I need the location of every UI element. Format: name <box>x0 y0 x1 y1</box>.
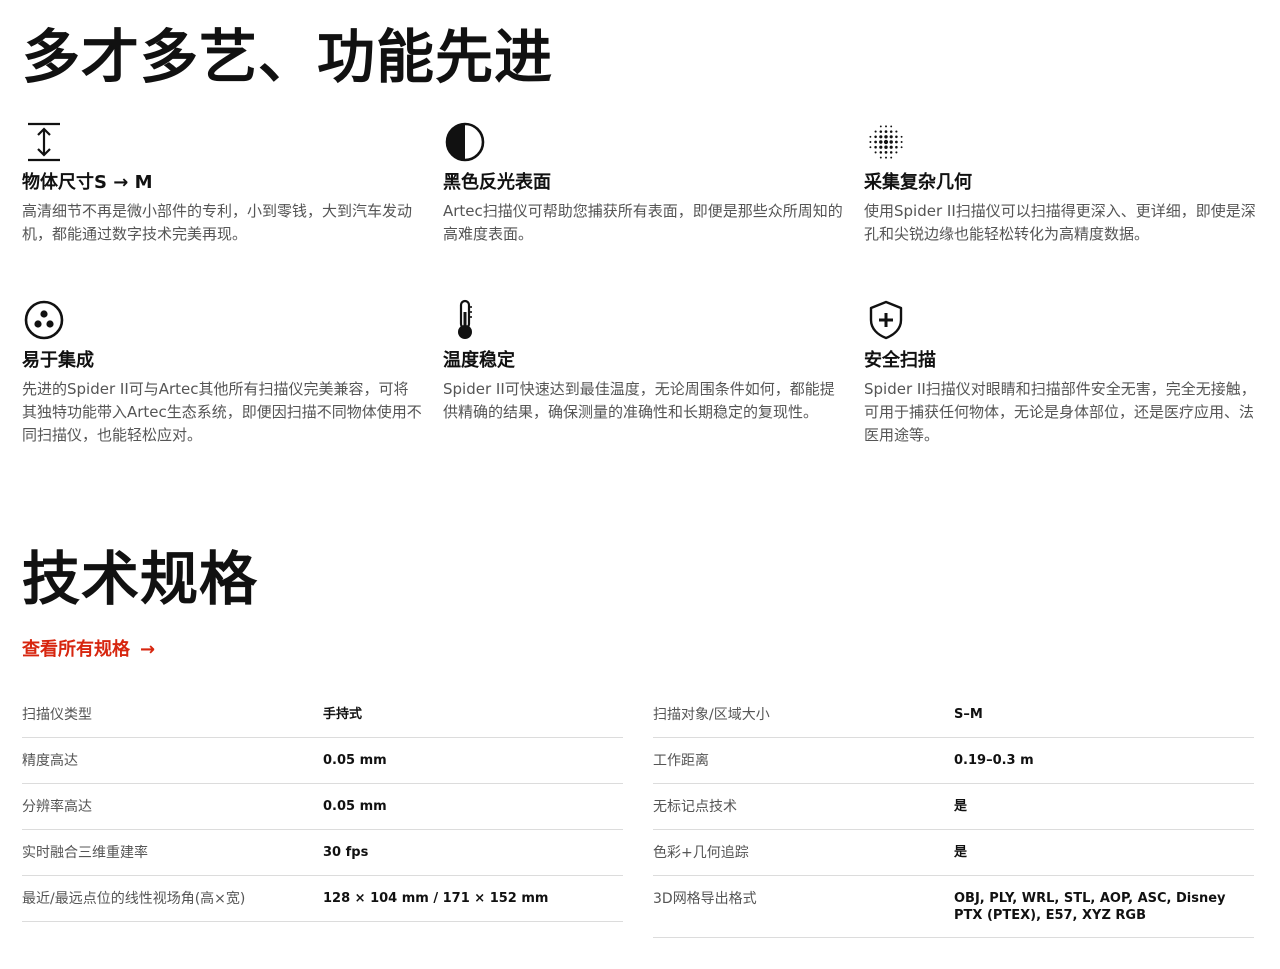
spec-key: 分辨率高达 <box>22 799 92 815</box>
feature-safe: 安全扫描 Spider II扫描仪对眼睛和扫描部件安全无害，完全无接触，可用于捕… <box>864 298 1264 447</box>
spec-key: 3D网格导出格式 <box>653 891 757 907</box>
spec-key: 最近/最远点位的线性视场角(高×宽) <box>22 891 246 907</box>
spec-key: 色彩+几何追踪 <box>653 845 749 861</box>
feature-title: 温度稳定 <box>443 350 515 371</box>
table-row: 扫描仪类型 手持式 <box>22 692 623 738</box>
spec-key: 扫描仪类型 <box>22 707 92 723</box>
spec-key: 扫描对象/区域大小 <box>653 707 770 723</box>
spec-value: OBJ, PLY, WRL, STL, AOP, ASC, Disney PTX… <box>954 891 1226 923</box>
thermometer-icon <box>443 298 487 342</box>
table-row: 色彩+几何追踪 是 <box>653 830 1254 876</box>
view-all-specs-link[interactable]: 查看所有规格 → <box>22 638 155 662</box>
spec-value: 是 <box>954 799 968 814</box>
table-row: 分辨率高达 0.05 mm <box>22 784 623 830</box>
spec-value: S–M <box>954 707 983 722</box>
spec-key: 无标记点技术 <box>653 799 737 815</box>
feature-title: 采集复杂几何 <box>864 172 972 193</box>
feature-geometry: 采集复杂几何 使用Spider II扫描仪可以扫描得更深入、更详细，即使是深孔和… <box>864 120 1264 246</box>
shield-plus-icon <box>864 298 908 342</box>
table-row: 扫描对象/区域大小 S–M <box>653 692 1254 738</box>
table-row: 3D网格导出格式 OBJ, PLY, WRL, STL, AOP, ASC, Di… <box>653 876 1254 938</box>
table-row: 实时融合三维重建率 30 fps <box>22 830 623 876</box>
feature-title: 物体尺寸S → M <box>22 172 153 193</box>
feature-surface: 黑色反光表面 Artec扫描仪可帮助您捕获所有表面，即便是那些众所周知的高难度表… <box>443 120 843 246</box>
table-row: 工作距离 0.19–0.3 m <box>653 738 1254 784</box>
table-row: 最近/最远点位的线性视场角(高×宽) 128 × 104 mm / 171 × 1… <box>22 876 623 922</box>
specs-table-right: 扫描对象/区域大小 S–M 工作距离 0.19–0.3 m 无标记点技术是 色彩+几… <box>653 692 1254 938</box>
feature-desc: 先进的Spider II可与Artec其他所有扫描仪完美兼容，可将其独特功能带入… <box>22 380 422 444</box>
three-dots-circle-icon <box>22 298 66 342</box>
view-all-specs-label: 查看所有规格 <box>22 639 130 660</box>
arrow-right-icon: → <box>140 639 156 660</box>
feature-desc: Spider II可快速达到最佳温度，无论周围条件如何，都能提供精确的结果，确保… <box>443 380 835 421</box>
feature-size: 物体尺寸S → M 高清细节不再是微小部件的专利，小到零钱，大到汽车发动机，都能… <box>22 120 422 246</box>
section-title-features: 多才多艺、功能先进 <box>22 23 554 91</box>
spec-value: 0.19–0.3 m <box>954 753 1034 768</box>
section-title-specs: 技术规格 <box>22 545 259 613</box>
feature-title: 易于集成 <box>22 350 94 371</box>
spec-value: 30 fps <box>323 845 369 860</box>
feature-integration: 易于集成 先进的Spider II可与Artec其他所有扫描仪完美兼容，可将其独… <box>22 298 422 447</box>
feature-desc: 高清细节不再是微小部件的专利，小到零钱，大到汽车发动机，都能通过数字技术完美再现… <box>22 202 413 243</box>
spec-key: 实时融合三维重建率 <box>22 845 148 861</box>
spec-value: 手持式 <box>323 707 363 722</box>
feature-title: 黑色反光表面 <box>443 172 551 193</box>
feature-desc: 使用Spider II扫描仪可以扫描得更深入、更详细，即使是深孔和尖锐边缘也能轻… <box>864 202 1256 243</box>
spec-value: 0.05 mm <box>323 799 387 814</box>
vertical-size-arrows-icon <box>22 120 66 164</box>
spec-value: 是 <box>954 845 968 860</box>
feature-desc: Artec扫描仪可帮助您捕获所有表面，即便是那些众所周知的高难度表面。 <box>443 202 843 243</box>
feature-desc: Spider II扫描仪对眼睛和扫描部件安全无害，完全无接触，可用于捕获任何物体… <box>864 380 1256 444</box>
spec-key: 工作距离 <box>653 753 709 769</box>
spec-value: 0.05 mm <box>323 753 387 768</box>
feature-title: 安全扫描 <box>864 350 936 371</box>
spec-value: 128 × 104 mm / 171 × 152 mm <box>323 891 549 906</box>
half-circle-contrast-icon <box>443 120 487 164</box>
table-row: 精度高达 0.05 mm <box>22 738 623 784</box>
spec-key: 精度高达 <box>22 753 78 769</box>
table-row: 无标记点技术 是 <box>653 784 1254 830</box>
dot-sphere-icon <box>864 120 908 164</box>
specs-table-left: 扫描仪类型 手持式 精度高达 0.05 mm 分辨率高达 0.05 mm 实时融合三维… <box>22 692 623 922</box>
feature-temperature: 温度稳定 Spider II可快速达到最佳温度，无论周围条件如何，都能提供精确的… <box>443 298 843 424</box>
